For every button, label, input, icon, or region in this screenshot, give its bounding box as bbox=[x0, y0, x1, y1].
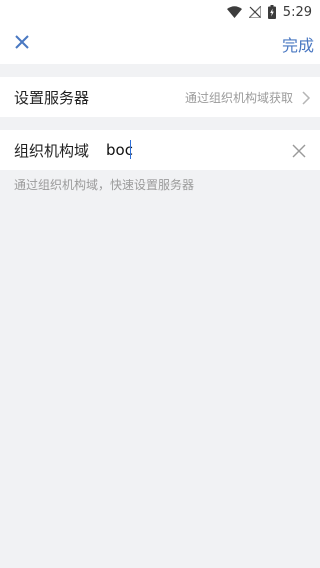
text-caret bbox=[130, 140, 131, 159]
clear-icon[interactable] bbox=[292, 143, 306, 158]
org-domain-label: 组织机构域 bbox=[14, 141, 90, 160]
status-time: 5:29 bbox=[282, 4, 312, 20]
status-bar: 5:29 bbox=[0, 0, 320, 24]
server-setting-label: 设置服务器 bbox=[14, 88, 90, 107]
nav-bar: 完成 bbox=[0, 24, 320, 64]
org-domain-input[interactable] bbox=[106, 139, 276, 161]
battery-charging-icon bbox=[267, 5, 276, 19]
server-setting-row[interactable]: 设置服务器 通过组织机构域获取 bbox=[0, 77, 320, 117]
chevron-right-icon bbox=[301, 90, 311, 105]
close-icon bbox=[15, 34, 29, 53]
org-domain-hint: 通过组织机构域，快速设置服务器 bbox=[14, 178, 195, 192]
wifi-icon bbox=[226, 6, 242, 18]
close-button[interactable] bbox=[8, 29, 36, 57]
server-setting-value: 通过组织机构域获取 bbox=[184, 90, 293, 105]
org-domain-row: 组织机构域 bbox=[0, 130, 320, 170]
done-button[interactable]: 完成 bbox=[282, 32, 314, 56]
no-signal-icon bbox=[248, 6, 261, 18]
